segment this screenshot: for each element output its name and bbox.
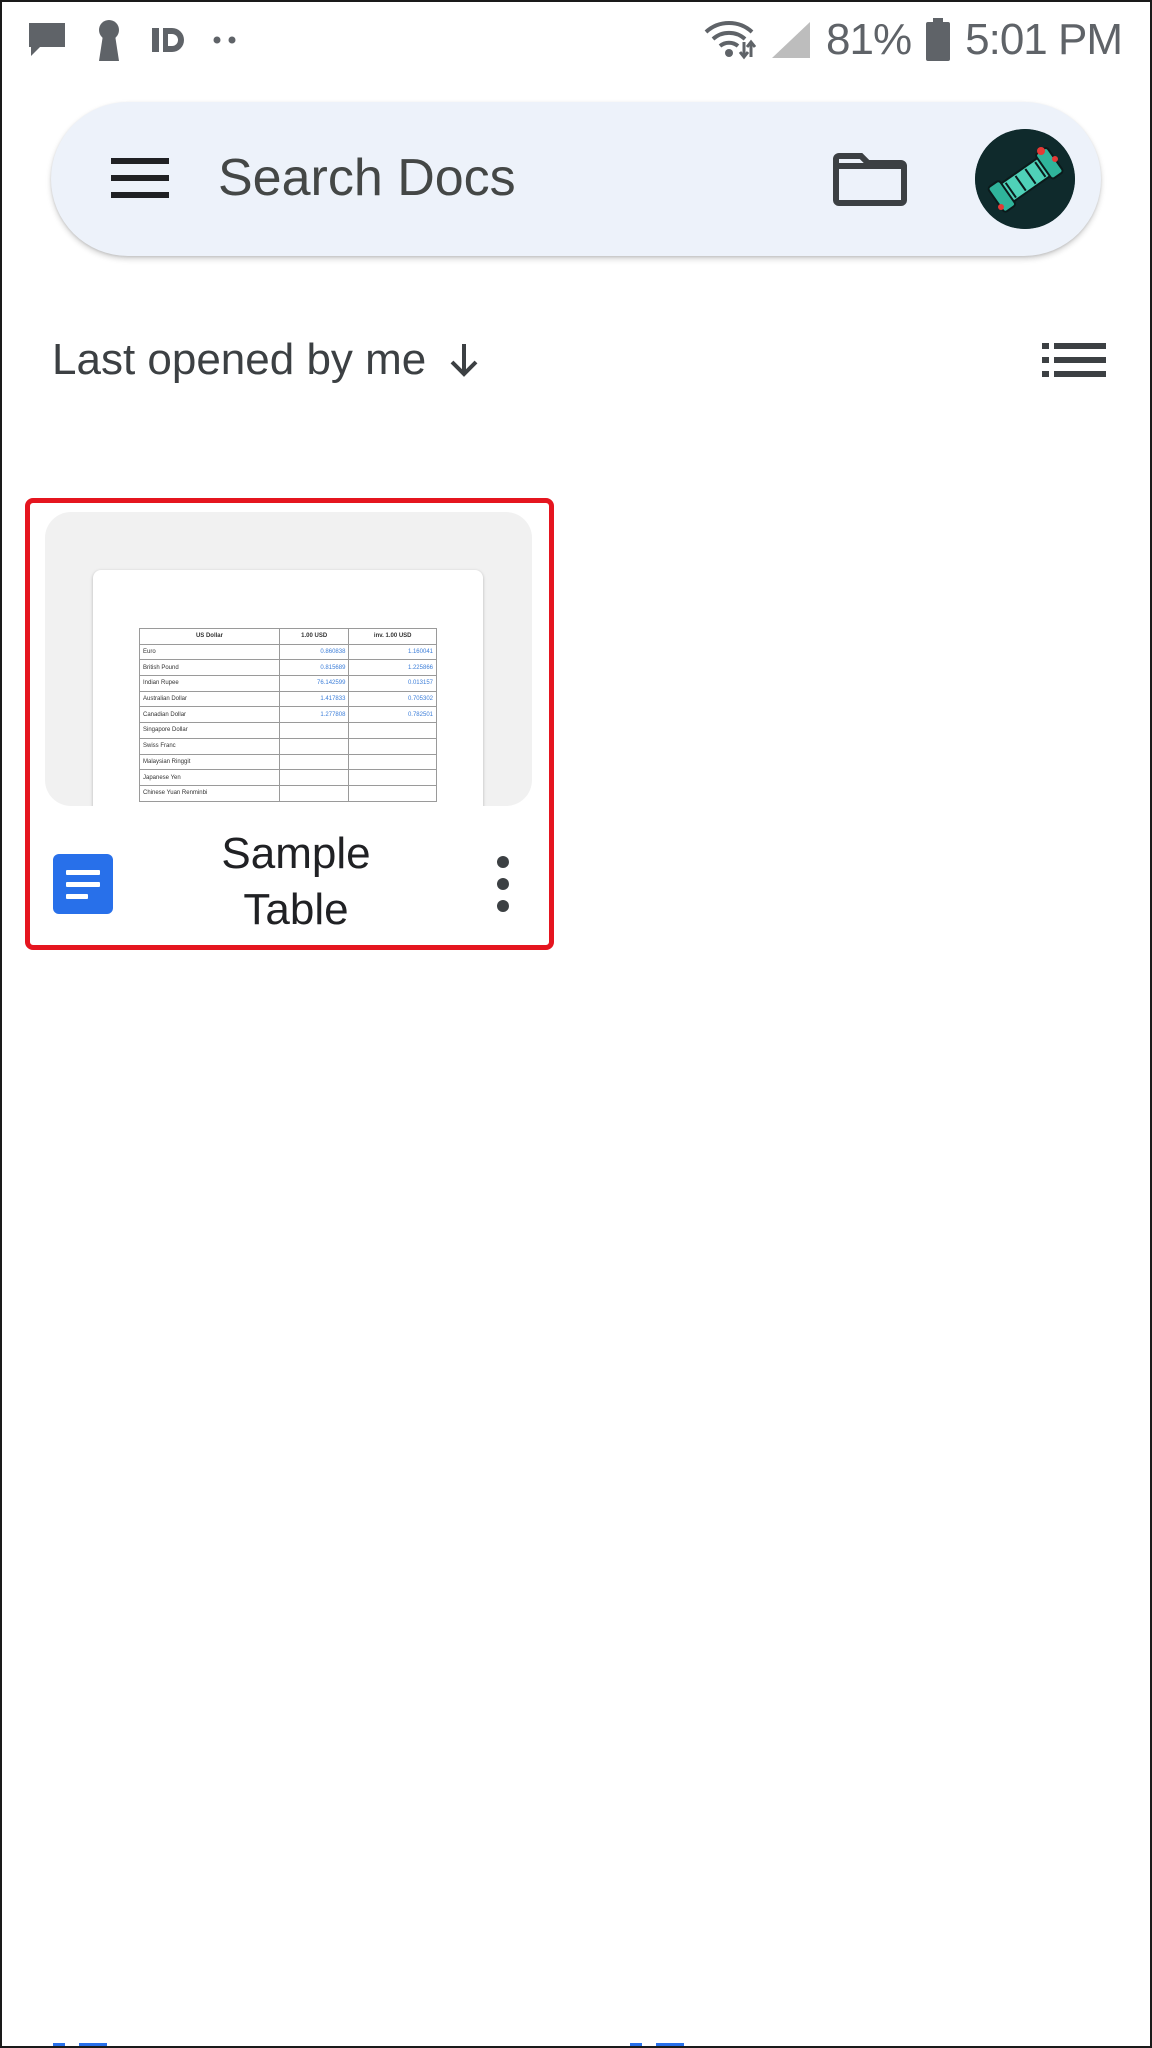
table-row: British Pound 0.815689 1.225866	[139, 659, 437, 677]
thumbnail-table-header: US Dollar 1.00 USD inv. 1.00 USD	[139, 628, 437, 645]
list-view-icon[interactable]	[1040, 340, 1108, 380]
document-title-line[interactable]: Table	[176, 882, 416, 938]
table-cell: Australian Dollar	[139, 690, 280, 708]
table-row: Singapore Dollar	[139, 722, 437, 739]
table-cell: Japanese Yen	[139, 769, 280, 786]
docs-file-icon	[53, 854, 113, 914]
table-cell	[278, 784, 350, 802]
table-cell: 0.815689	[278, 659, 350, 677]
table-cell	[278, 722, 350, 739]
sort-selector[interactable]: Last opened by me	[52, 330, 484, 390]
table-cell: 1.160041	[348, 643, 437, 661]
document-title-line[interactable]: Sample	[176, 826, 416, 882]
keyhole-icon	[94, 19, 124, 61]
table-cell: 0.013157	[348, 675, 437, 692]
table-row: Australian Dollar 1.417833 0.705302	[139, 690, 437, 708]
table-cell	[278, 737, 350, 755]
table-cell: 0.860838	[278, 643, 350, 661]
table-cell: 1.225866	[348, 659, 437, 677]
table-cell: Swiss Franc	[139, 737, 280, 755]
table-cell: 1.417833	[278, 690, 350, 708]
document-page-preview: US Dollar 1.00 USD inv. 1.00 USD Euro 0.8…	[93, 570, 483, 806]
table-header-cell: US Dollar	[139, 628, 280, 645]
sort-label[interactable]: Last opened by me	[52, 335, 426, 385]
table-row: Chinese Yuan Renminbi	[139, 784, 437, 802]
id-icon	[150, 25, 186, 55]
search-input[interactable]: Search Docs	[218, 148, 516, 208]
table-cell: Malaysian Ringgit	[139, 753, 280, 771]
table-cell	[348, 737, 437, 755]
table-cell: Canadian Dollar	[139, 706, 280, 724]
table-row: Swiss Franc	[139, 737, 437, 755]
status-bar-system: 81% 5:01 PM	[704, 12, 1123, 68]
table-row: Japanese Yen	[139, 769, 437, 786]
more-vert-icon[interactable]	[488, 854, 518, 914]
hamburger-menu-icon[interactable]	[107, 148, 177, 208]
status-bar-notifications	[26, 18, 238, 62]
table-cell: 0.705302	[348, 690, 437, 708]
account-avatar[interactable]	[975, 129, 1075, 229]
wifi-icon	[704, 20, 757, 60]
document-title[interactable]: Sample Table	[176, 826, 416, 938]
signal-icon	[770, 20, 812, 60]
table-cell: British Pound	[139, 659, 280, 677]
folder-icon[interactable]	[831, 148, 911, 210]
table-cell: Chinese Yuan Renminbi	[139, 784, 280, 802]
table-row: Indian Rupee 76.142599 0.013157	[139, 675, 437, 692]
table-cell: 1.277808	[278, 706, 350, 724]
table-row: Canadian Dollar 1.277808 0.782501	[139, 706, 437, 724]
battery-icon	[925, 18, 951, 62]
next-row-fragment	[53, 2036, 113, 2048]
table-row: Malaysian Ringgit	[139, 753, 437, 771]
table-cell: Indian Rupee	[139, 675, 280, 692]
table-cell	[278, 753, 350, 771]
table-cell: 76.142599	[278, 675, 350, 692]
message-icon	[26, 20, 68, 60]
status-bar: 81% 5:01 PM	[0, 0, 1152, 80]
table-cell	[348, 784, 437, 802]
screen-frame	[0, 0, 1152, 2048]
search-bar[interactable]: Search Docs	[51, 102, 1101, 256]
next-row-fragment	[630, 2036, 690, 2048]
arrow-down-icon[interactable]	[444, 340, 484, 380]
more-dots-icon	[212, 35, 238, 45]
table-cell	[348, 753, 437, 771]
table-cell	[278, 769, 350, 786]
table-cell	[348, 722, 437, 739]
table-cell	[348, 769, 437, 786]
table-header-cell: inv. 1.00 USD	[348, 628, 437, 645]
table-row: Euro 0.860838 1.160041	[139, 643, 437, 661]
table-header-cell: 1.00 USD	[278, 628, 350, 645]
thumbnail-table: US Dollar 1.00 USD inv. 1.00 USD Euro 0.8…	[139, 628, 437, 802]
table-cell: Singapore Dollar	[139, 722, 280, 739]
table-cell: 0.782501	[348, 706, 437, 724]
clock: 5:01 PM	[965, 15, 1123, 64]
table-cell: Euro	[139, 643, 280, 661]
document-thumbnail[interactable]: US Dollar 1.00 USD inv. 1.00 USD Euro 0.8…	[45, 512, 532, 806]
battery-percentage: 81%	[826, 15, 912, 64]
